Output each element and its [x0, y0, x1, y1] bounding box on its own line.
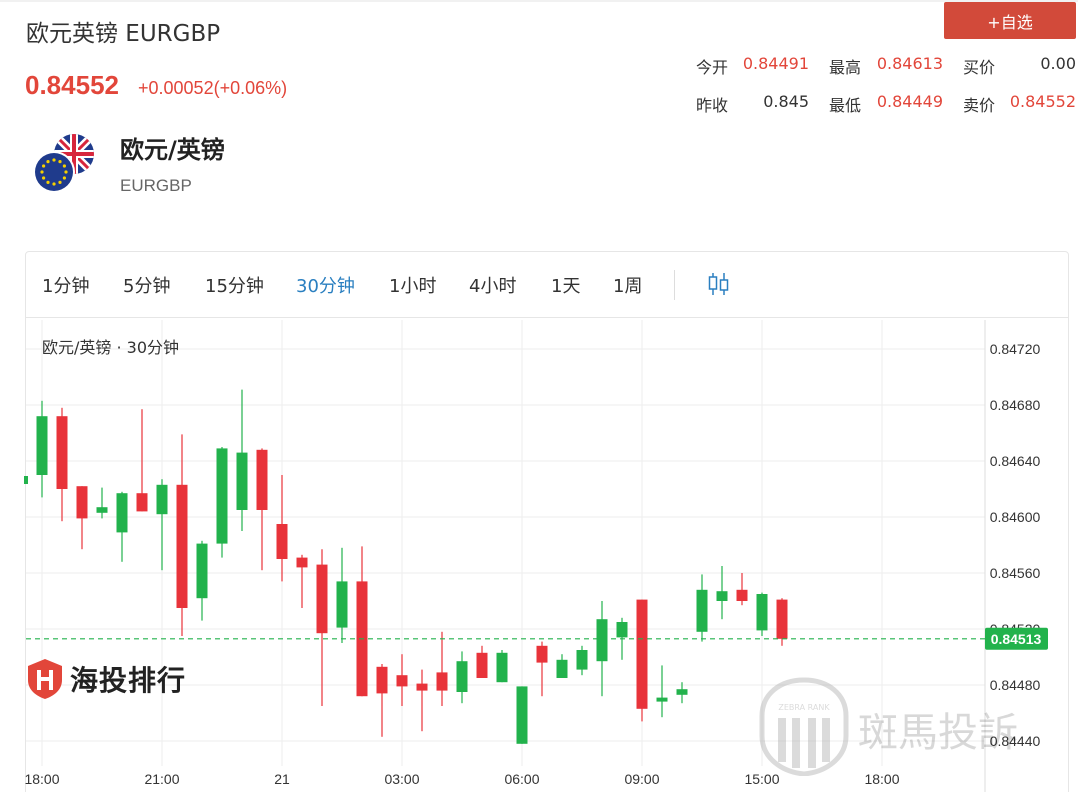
low-label: 最低 — [829, 96, 862, 115]
high-value: 0.84613 — [876, 54, 943, 73]
shield-logo-icon — [28, 659, 62, 699]
eu-uk-flag-icon — [33, 134, 94, 193]
instrument-code: EURGBP — [120, 176, 192, 195]
chart-title: 欧元/英镑 · 30分钟 — [42, 338, 180, 357]
ask-label: 卖价 — [963, 96, 996, 115]
zebra-watermark-text: 斑馬投訴 — [858, 710, 1018, 756]
open-value: 0.84491 — [742, 54, 809, 73]
bid-label: 买价 — [963, 58, 996, 77]
tab-1min[interactable]: 1分钟 — [42, 272, 89, 298]
zebra-badge-icon: ZEBRA RANK — [759, 677, 849, 776]
ask-value: 0.84552 — [1009, 92, 1076, 111]
open-label: 今开 — [696, 58, 729, 77]
tab-4hour[interactable]: 4小时 — [469, 272, 516, 298]
page-title: 欧元英镑 EURGBP — [26, 21, 221, 47]
tab-1day[interactable]: 1天 — [551, 272, 580, 298]
zebra-badge-text: ZEBRA RANK — [778, 703, 830, 712]
bid-value: 0.00 — [1040, 54, 1076, 73]
add-watchlist-button[interactable]: +自选 — [944, 2, 1076, 39]
tab-1hour[interactable]: 1小时 — [389, 272, 436, 298]
low-value: 0.84449 — [876, 92, 943, 111]
current-price: 0.84552 — [25, 70, 119, 100]
candlestick-icon[interactable] — [708, 272, 730, 296]
tab-1week[interactable]: 1周 — [613, 272, 642, 298]
high-label: 最高 — [829, 58, 862, 77]
prev-close-value: 0.845 — [763, 92, 809, 111]
tab-5min[interactable]: 5分钟 — [123, 272, 170, 298]
tab-15min[interactable]: 15分钟 — [205, 272, 264, 298]
haitou-watermark: 海投排行 — [26, 658, 186, 700]
top-border — [0, 0, 1078, 2]
timeframe-tabs: 1分钟 5分钟 15分钟 30分钟 1小时 4小时 1天 1周 — [26, 252, 1068, 318]
price-change: +0.00052(+0.06%) — [138, 78, 288, 98]
haitou-watermark-text: 海投排行 — [70, 664, 187, 697]
instrument-name: 欧元/英镑 — [120, 136, 225, 164]
prev-close-label: 昨收 — [696, 96, 729, 115]
tab-30min[interactable]: 30分钟 — [296, 272, 355, 298]
tab-divider — [674, 270, 675, 300]
